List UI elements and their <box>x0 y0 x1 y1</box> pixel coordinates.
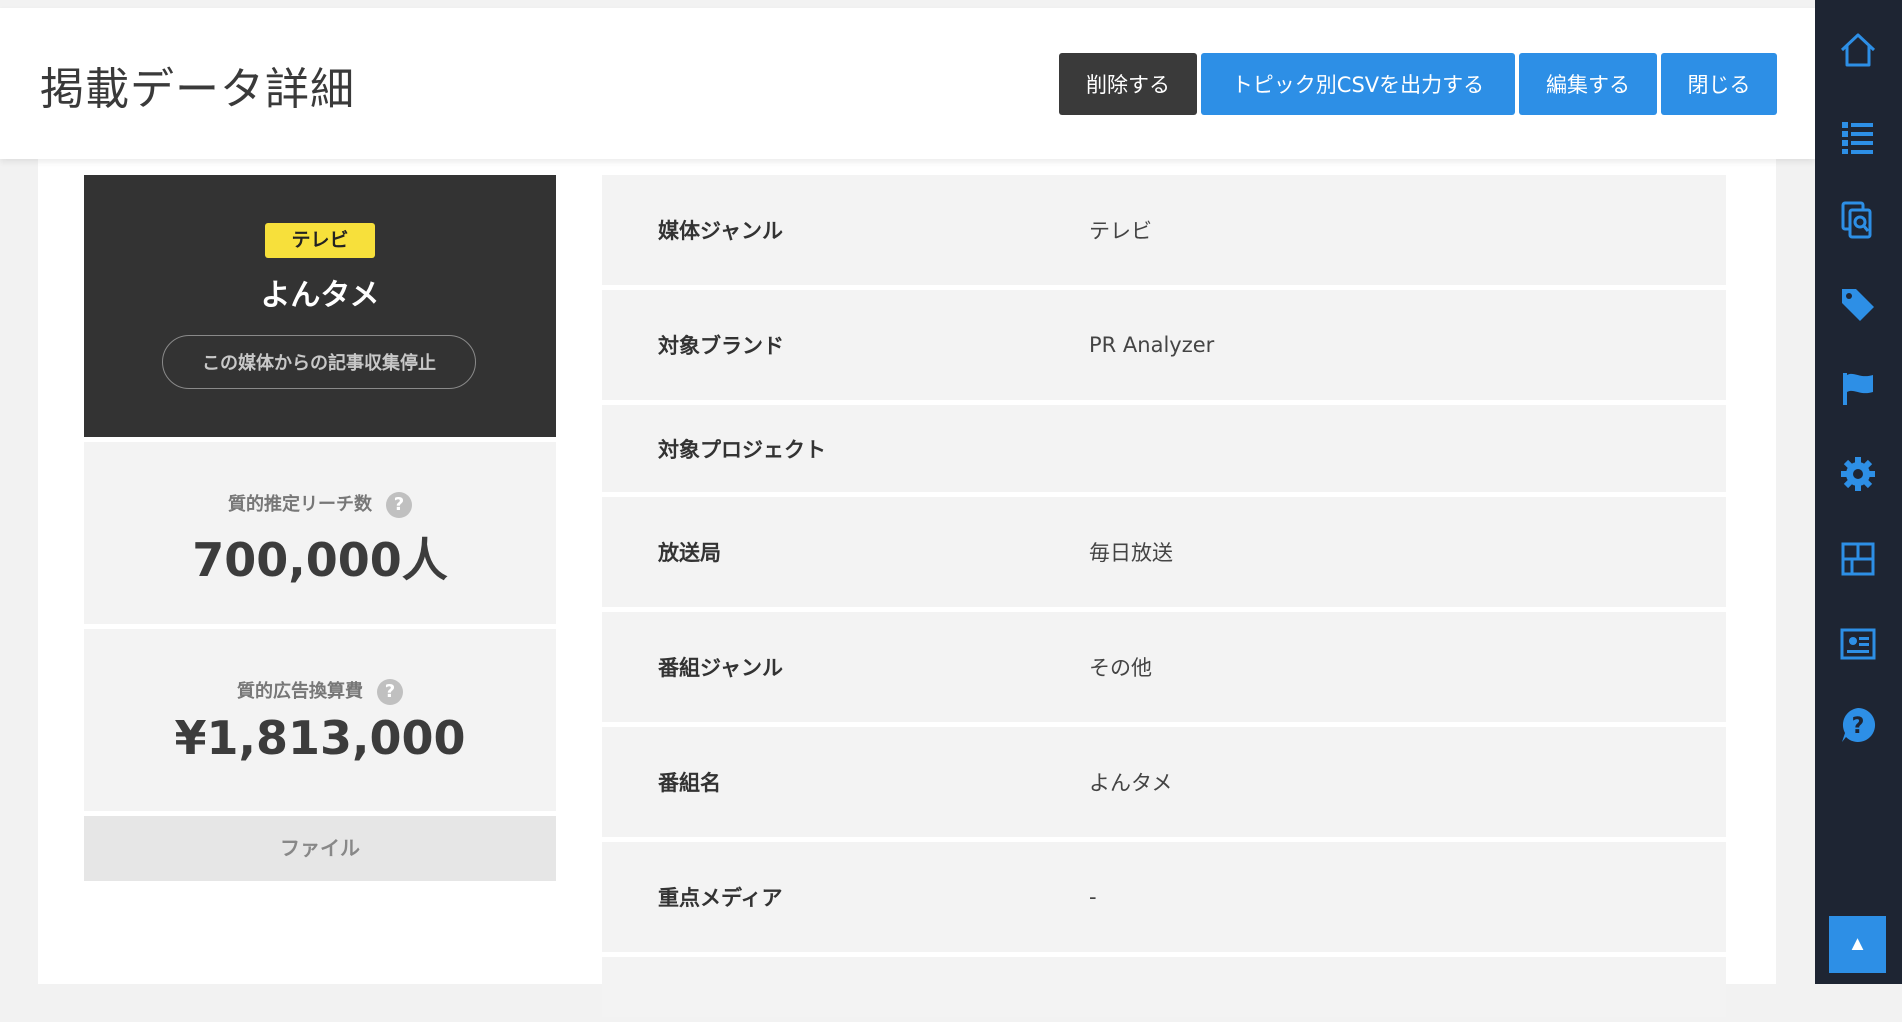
detail-row-partial <box>602 957 1726 1017</box>
detail-label: 媒体ジャンル <box>658 219 783 243</box>
help-icon[interactable]: ? <box>386 492 412 518</box>
detail-row: 番組ジャンル その他 <box>602 612 1726 722</box>
dashboard-grid-icon[interactable] <box>1835 536 1881 582</box>
reach-stat-card: 質的推定リーチ数? 700,000人 <box>84 442 556 624</box>
delete-button[interactable]: 削除する <box>1059 53 1197 115</box>
detail-row: 媒体ジャンル テレビ <box>602 175 1726 285</box>
detail-value: その他 <box>1089 656 1152 680</box>
detail-label: 対象プロジェクト <box>658 437 826 462</box>
detail-value: PR Analyzer <box>1089 333 1215 357</box>
close-button[interactable]: 閉じる <box>1661 53 1777 115</box>
detail-label: 重点メディア <box>658 886 783 910</box>
help-icon[interactable]: ? <box>1835 702 1881 748</box>
file-section[interactable]: ファイル <box>84 816 556 881</box>
ad-label-row: 質的広告換算費? <box>84 677 556 705</box>
reach-value: 700,000人 <box>192 533 448 587</box>
gear-icon[interactable] <box>1835 451 1881 497</box>
list-icon[interactable] <box>1835 114 1881 160</box>
tag-icon[interactable] <box>1835 282 1881 328</box>
stop-collection-button[interactable]: この媒体からの記事収集停止 <box>162 335 476 389</box>
detail-row: 番組名 よんタメ <box>602 727 1726 837</box>
detail-label: 番組名 <box>658 771 721 795</box>
page-header: 掲載データ詳細 削除する トピック別CSVを出力する 編集する 閉じる <box>0 8 1815 159</box>
detail-label: 放送局 <box>658 541 721 565</box>
details-table: 媒体ジャンル テレビ 対象ブランド PR Analyzer 対象プロジェクト 放… <box>602 175 1726 1022</box>
header-actions: 削除する トピック別CSVを出力する 編集する 閉じる <box>1059 53 1777 115</box>
detail-row: 対象ブランド PR Analyzer <box>602 290 1726 400</box>
sidebar-nav: ? ▲ <box>1815 0 1902 984</box>
detail-row: 対象プロジェクト <box>602 405 1726 492</box>
detail-label: 番組ジャンル <box>658 656 783 680</box>
page-title: 掲載データ詳細 <box>40 64 355 115</box>
report-icon[interactable] <box>1835 621 1881 667</box>
flag-icon[interactable] <box>1835 366 1881 412</box>
media-name: よんタメ <box>260 278 380 313</box>
detail-label: 対象ブランド <box>658 334 784 358</box>
detail-row: 重点メディア - <box>602 842 1726 952</box>
ad-value-stat-card: 質的広告換算費? ¥1,813,000 <box>84 629 556 811</box>
export-topic-csv-button[interactable]: トピック別CSVを出力する <box>1201 53 1515 115</box>
svg-text:?: ? <box>1852 714 1865 739</box>
edit-button[interactable]: 編集する <box>1519 53 1657 115</box>
content-panel: テレビ よんタメ この媒体からの記事収集停止 質的推定リーチ数? 700,000… <box>38 159 1776 1017</box>
home-icon[interactable] <box>1835 27 1881 73</box>
detail-value: - <box>1089 885 1097 909</box>
detail-value: よんタメ <box>1089 771 1173 795</box>
scroll-to-top-button[interactable]: ▲ <box>1829 916 1886 973</box>
reach-label: 質的推定リーチ数 <box>228 494 372 515</box>
media-summary: テレビ よんタメ この媒体からの記事収集停止 質的推定リーチ数? 700,000… <box>84 175 556 881</box>
ad-label: 質的広告換算費 <box>237 681 363 702</box>
help-icon[interactable]: ? <box>377 679 403 705</box>
ad-value: ¥1,813,000 <box>174 711 466 765</box>
reach-label-row: 質的推定リーチ数? <box>84 490 556 518</box>
media-card: テレビ よんタメ この媒体からの記事収集停止 <box>84 175 556 437</box>
genre-badge: テレビ <box>265 223 375 258</box>
detail-value: 毎日放送 <box>1089 541 1173 565</box>
document-search-icon[interactable] <box>1835 197 1881 243</box>
detail-row: 放送局 毎日放送 <box>602 497 1726 607</box>
detail-value: テレビ <box>1089 219 1152 243</box>
